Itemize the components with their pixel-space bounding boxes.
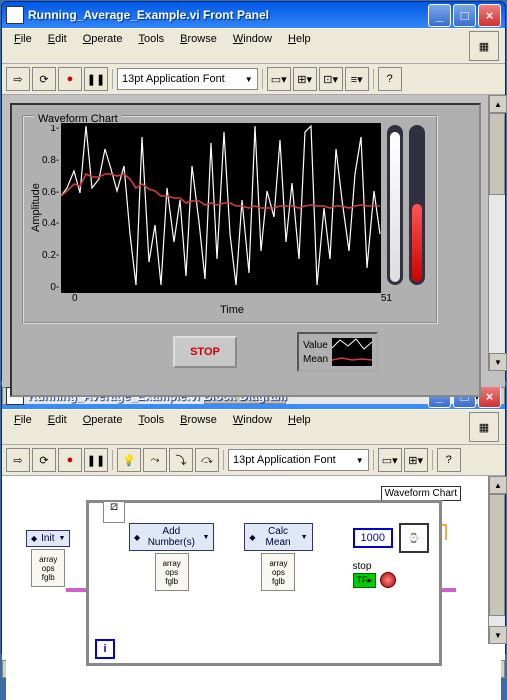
add-selector[interactable]: Add Number(s) bbox=[129, 523, 214, 551]
iteration-terminal-icon[interactable]: i bbox=[95, 639, 115, 659]
value-thermometer[interactable] bbox=[387, 125, 403, 285]
font-selector[interactable]: 13pt Application Font bbox=[228, 449, 369, 471]
highlight-button[interactable]: 💡 bbox=[117, 448, 141, 472]
run-button[interactable]: ⇨ bbox=[6, 67, 30, 91]
distribute-button[interactable]: ⊞▾ bbox=[293, 67, 317, 91]
while-loop[interactable]: ⚂ Add Number(s) array ops fglb Calc Mean… bbox=[86, 500, 442, 666]
menubar: File Edit Operate Tools Browse Window He… bbox=[2, 28, 505, 63]
align-button[interactable]: ▭▾ bbox=[378, 448, 402, 472]
vi-icon[interactable]: ▦ bbox=[469, 412, 499, 442]
menu-file[interactable]: File bbox=[8, 31, 38, 61]
chart-plot-area[interactable] bbox=[61, 123, 381, 293]
x-tick: 0 bbox=[72, 293, 78, 304]
scroll-down-icon[interactable]: ▼ bbox=[489, 353, 507, 371]
menu-operate[interactable]: Operate bbox=[77, 412, 129, 442]
app-icon bbox=[6, 6, 24, 24]
step-into-button[interactable]: ⤵ bbox=[169, 448, 193, 472]
retain-wire-button[interactable]: ⤳ bbox=[143, 448, 167, 472]
value-series bbox=[61, 126, 380, 285]
x-tick: 51 bbox=[381, 293, 392, 304]
window-title: Running_Average_Example.vi Front Panel bbox=[28, 8, 426, 22]
resize-button[interactable]: ⊡▾ bbox=[319, 67, 343, 91]
distribute-button[interactable]: ⊞▾ bbox=[404, 448, 428, 472]
font-selector[interactable]: 13pt Application Font bbox=[117, 68, 258, 90]
menu-help[interactable]: Help bbox=[282, 412, 317, 442]
stop-label: stop bbox=[353, 561, 429, 572]
delay-constant[interactable]: 1000 bbox=[353, 528, 393, 548]
init-subvi-icon[interactable]: array ops fglb bbox=[31, 549, 65, 587]
help-button[interactable]: ? bbox=[437, 448, 461, 472]
vertical-scrollbar[interactable]: ▲ ▼ bbox=[488, 95, 505, 371]
waveform-chart[interactable]: Waveform Chart Amplitude 1- 0.8- 0.6- 0.… bbox=[22, 115, 438, 324]
dice-icon[interactable]: ⚂ bbox=[103, 501, 125, 523]
run-button[interactable]: ⇨ bbox=[6, 448, 30, 472]
y-tick: 0.2- bbox=[42, 250, 59, 261]
step-over-button[interactable]: ⤼ bbox=[195, 448, 219, 472]
pause-button[interactable]: ❚❚ bbox=[84, 67, 108, 91]
abort-button[interactable]: ● bbox=[58, 448, 82, 472]
loop-condition-icon[interactable] bbox=[380, 572, 396, 588]
align-button[interactable]: ▭▾ bbox=[267, 67, 291, 91]
front-panel-content: Waveform Chart Amplitude 1- 0.8- 0.6- 0.… bbox=[2, 95, 505, 387]
chart-terminal-label: Waveform Chart bbox=[381, 486, 461, 501]
reorder-button[interactable]: ≡▾ bbox=[345, 67, 369, 91]
x-axis-label: Time bbox=[72, 304, 392, 316]
block-diagram-content: Waveform Chart Init array ops fglb ⚂ Add… bbox=[2, 476, 505, 660]
toolbar: ⇨ ⟳ ● ❚❚ 13pt Application Font ▭▾ ⊞▾ ⊡▾ … bbox=[2, 63, 505, 95]
run-continuous-button[interactable]: ⟳ bbox=[32, 67, 56, 91]
menu-tools[interactable]: Tools bbox=[132, 412, 170, 442]
menubar: File Edit Operate Tools Browse Window He… bbox=[2, 409, 505, 444]
vi-icon[interactable]: ▦ bbox=[469, 31, 499, 61]
pause-button[interactable]: ❚❚ bbox=[84, 448, 108, 472]
front-panel-window: Running_Average_Example.vi Front Panel _… bbox=[1, 1, 506, 381]
block-diagram-window: Running_Average_Example.vi Block Diagram… bbox=[1, 382, 506, 654]
menu-browse[interactable]: Browse bbox=[174, 31, 223, 61]
mean-thermometer[interactable] bbox=[409, 125, 425, 285]
calc-subvi-icon[interactable]: array ops fglb bbox=[261, 553, 295, 591]
scroll-up-icon[interactable]: ▲ bbox=[489, 95, 507, 113]
close-button[interactable]: × bbox=[478, 385, 501, 408]
menu-file[interactable]: File bbox=[8, 412, 38, 442]
y-tick: 0.8- bbox=[42, 155, 59, 166]
y-tick: 0- bbox=[42, 282, 59, 293]
maximize-button[interactable]: □ bbox=[453, 4, 476, 27]
stop-button[interactable]: STOP bbox=[173, 336, 237, 368]
calc-selector[interactable]: Calc Mean bbox=[244, 523, 312, 551]
menu-operate[interactable]: Operate bbox=[77, 31, 129, 61]
legend-mean-label: Mean bbox=[303, 354, 328, 365]
menu-window[interactable]: Window bbox=[227, 412, 278, 442]
scroll-down-icon[interactable]: ▼ bbox=[489, 626, 507, 644]
menu-tools[interactable]: Tools bbox=[132, 31, 170, 61]
stop-terminal[interactable]: TF▸ bbox=[353, 573, 377, 588]
help-button[interactable]: ? bbox=[378, 67, 402, 91]
run-continuous-button[interactable]: ⟳ bbox=[32, 448, 56, 472]
menu-window[interactable]: Window bbox=[227, 31, 278, 61]
front-panel-titlebar[interactable]: Running_Average_Example.vi Front Panel _… bbox=[2, 2, 505, 28]
init-selector[interactable]: Init bbox=[26, 530, 70, 547]
close-button[interactable]: × bbox=[478, 4, 501, 27]
minimize-button[interactable]: _ bbox=[428, 4, 451, 27]
abort-button[interactable]: ● bbox=[58, 67, 82, 91]
vertical-scrollbar[interactable]: ▲ ▼ bbox=[488, 476, 505, 644]
y-tick: 0.4- bbox=[42, 218, 59, 229]
scroll-up-icon[interactable]: ▲ bbox=[489, 476, 507, 494]
y-tick: 0.6- bbox=[42, 187, 59, 198]
menu-edit[interactable]: Edit bbox=[42, 412, 73, 442]
menu-help[interactable]: Help bbox=[282, 31, 317, 61]
add-subvi-icon[interactable]: array ops fglb bbox=[155, 553, 189, 591]
menu-edit[interactable]: Edit bbox=[42, 31, 73, 61]
y-axis-label: Amplitude bbox=[30, 123, 42, 293]
menu-browse[interactable]: Browse bbox=[174, 412, 223, 442]
wait-ms-icon[interactable]: ⌚ bbox=[399, 523, 429, 553]
chart-legend: Value Mean bbox=[297, 332, 378, 372]
toolbar: ⇨ ⟳ ● ❚❚ 💡 ⤳ ⤵ ⤼ 13pt Application Font ▭… bbox=[2, 444, 505, 476]
legend-value-label: Value bbox=[303, 340, 328, 351]
